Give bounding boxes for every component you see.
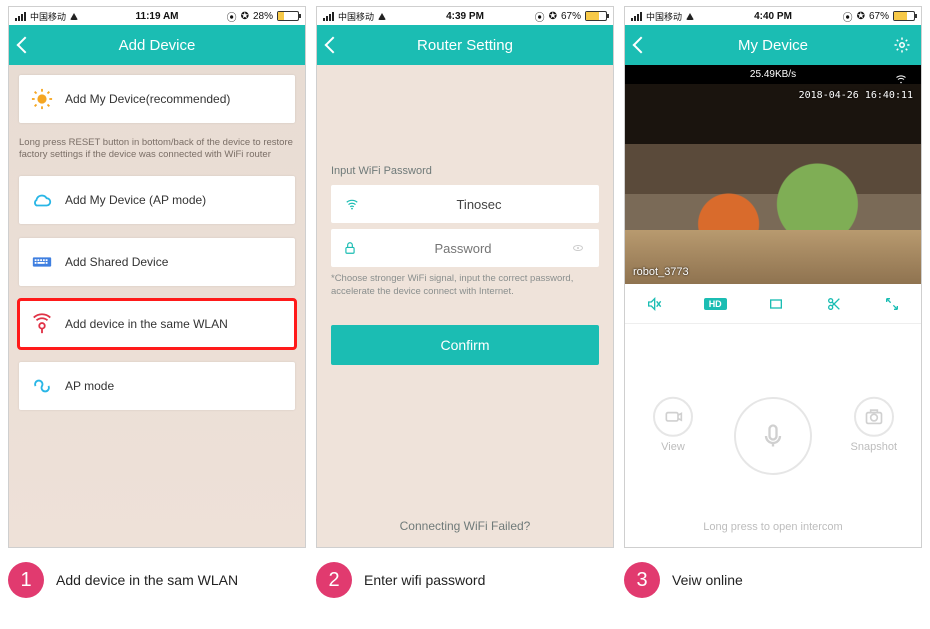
wifi-failed-link[interactable]: Connecting WiFi Failed? <box>317 519 613 547</box>
confirm-button[interactable]: Confirm <box>331 325 599 365</box>
step-number: 1 <box>8 562 44 598</box>
card-label: AP mode <box>65 379 114 393</box>
back-icon[interactable] <box>17 37 34 54</box>
card-label: Add device in the same WLAN <box>65 317 228 331</box>
card-ap-mode[interactable]: AP mode <box>19 362 295 410</box>
wifi-icon <box>70 13 78 20</box>
step-text: Enter wifi password <box>364 572 485 588</box>
infinity-icon <box>31 375 53 397</box>
wifi-icon <box>343 197 361 211</box>
status-bar: 中国移动 11:19 AM ⦿ ✪ 28% <box>9 7 305 25</box>
step-captions: 1 Add device in the sam WLAN 2 Enter wif… <box>0 548 930 598</box>
back-icon[interactable] <box>633 37 650 54</box>
step-number: 3 <box>624 562 660 598</box>
card-ap-mode-device[interactable]: Add My Device (AP mode) <box>19 176 295 224</box>
card-add-my-device[interactable]: Add My Device(recommended) <box>19 75 295 123</box>
card-label: Add My Device(recommended) <box>65 92 230 106</box>
back-icon[interactable] <box>325 37 342 54</box>
page-title: Add Device <box>119 37 196 54</box>
camera-live-view[interactable]: 2018-04-26 16:40:11 robot_3773 <box>625 84 921 284</box>
signal-icon <box>15 12 26 21</box>
instruction-text: Long press RESET button in bottom/back o… <box>19 137 295 162</box>
sun-icon <box>31 88 53 110</box>
snapshot-button[interactable]: Snapshot <box>851 396 897 452</box>
stream-info-bar: 25.49KB/s <box>625 65 921 84</box>
page-title: My Device <box>738 37 808 54</box>
battery-percent: 67% <box>561 11 581 22</box>
wifi-note: *Choose stronger WiFi signal, input the … <box>331 273 599 299</box>
status-bar: 中国移动 4:39 PM ⦿✪ 67% <box>317 7 613 25</box>
status-time: 11:19 AM <box>136 11 179 22</box>
mute-button[interactable] <box>646 296 662 312</box>
battery-icon <box>893 11 915 21</box>
view-button[interactable]: View <box>653 396 693 452</box>
status-time: 4:40 PM <box>754 11 792 22</box>
caption-step-1: 1 Add device in the sam WLAN <box>8 562 306 598</box>
password-row[interactable] <box>331 229 599 267</box>
card-label: Add My Device (AP mode) <box>65 193 206 207</box>
carrier-label: 中国移动 <box>30 10 66 23</box>
wifi-icon <box>378 13 386 20</box>
hd-button[interactable]: HD <box>704 298 727 310</box>
ssid-row[interactable]: Tinosec <box>331 185 599 223</box>
battery-percent: 67% <box>869 11 889 22</box>
gear-icon[interactable] <box>893 36 911 54</box>
carrier-label: 中国移动 <box>338 10 374 23</box>
camera-icon <box>864 406 884 426</box>
screen-my-device: 中国移动 4:40 PM ⦿✪ 67% My Device 25.49KB/s <box>624 6 922 548</box>
intercom-button[interactable] <box>734 397 812 475</box>
battery-icon <box>585 11 607 21</box>
wifi-password-label: Input WiFi Password <box>331 165 599 177</box>
mic-icon <box>759 418 787 454</box>
signal-icon <box>631 12 642 21</box>
status-bar: 中国移动 4:40 PM ⦿✪ 67% <box>625 7 921 25</box>
broadcast-icon <box>31 313 53 335</box>
page-title: Router Setting <box>417 37 513 54</box>
keyboard-icon <box>31 251 53 273</box>
card-label: Add Shared Device <box>65 255 168 269</box>
screen-add-device: 中国移动 11:19 AM ⦿ ✪ 28% Add Device Add My … <box>8 6 306 548</box>
card-same-wlan[interactable]: Add device in the same WLAN <box>19 300 295 348</box>
step-number: 2 <box>316 562 352 598</box>
cut-button[interactable] <box>826 296 842 312</box>
step-text: Add device in the sam WLAN <box>56 572 238 588</box>
title-bar: Router Setting <box>317 25 613 65</box>
camera-name: robot_3773 <box>633 266 689 278</box>
carrier-label: 中国移动 <box>646 10 682 23</box>
camera-timestamp: 2018-04-26 16:40:11 <box>799 90 913 101</box>
screen-router-setting: 中国移动 4:39 PM ⦿✪ 67% Router Setting Input… <box>316 6 614 548</box>
step-text: Veiw online <box>672 572 743 588</box>
battery-percent: 28% <box>253 11 273 22</box>
battery-icon <box>277 11 299 21</box>
fullscreen-button[interactable] <box>884 296 900 312</box>
intercom-hint: Long press to open intercom <box>625 521 921 533</box>
lock-icon <box>343 240 357 256</box>
status-time: 4:39 PM <box>446 11 484 22</box>
password-input[interactable] <box>367 241 559 256</box>
card-add-shared[interactable]: Add Shared Device <box>19 238 295 286</box>
title-bar: Add Device <box>9 25 305 65</box>
title-bar: My Device <box>625 25 921 65</box>
data-rate: 25.49KB/s <box>625 65 921 84</box>
control-bar: HD <box>625 284 921 324</box>
eye-icon[interactable] <box>569 242 587 254</box>
signal-icon <box>323 12 334 21</box>
cloud-icon <box>31 189 53 211</box>
playback-icon <box>663 406 683 426</box>
ssid-value: Tinosec <box>371 197 587 212</box>
caption-step-2: 2 Enter wifi password <box>316 562 614 598</box>
caption-step-3: 3 Veiw online <box>624 562 922 598</box>
bottom-controls: View Snapshot Long press to open interco… <box>625 324 921 547</box>
wifi-icon <box>686 13 694 20</box>
aspect-button[interactable] <box>768 296 784 312</box>
